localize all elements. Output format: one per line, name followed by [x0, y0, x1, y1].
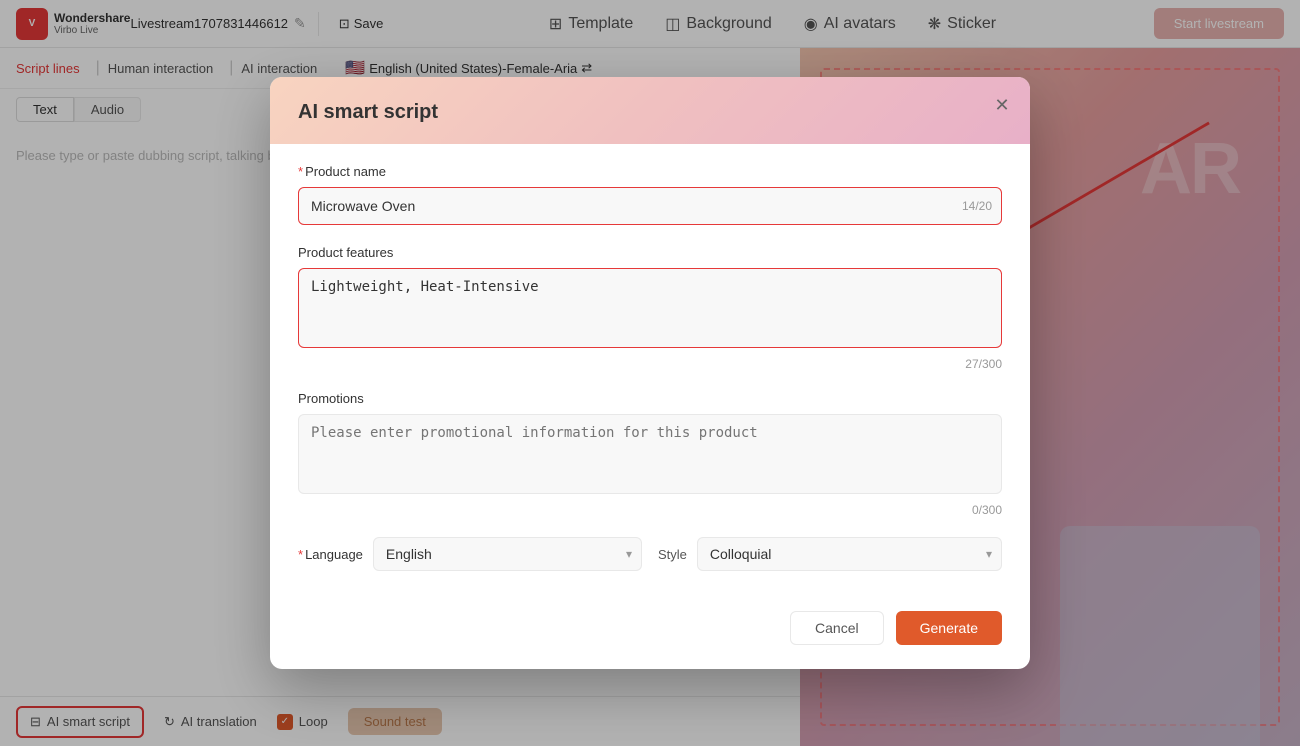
product-name-wrapper: 14/20	[298, 187, 1002, 225]
generate-button[interactable]: Generate	[896, 611, 1002, 645]
cancel-button[interactable]: Cancel	[790, 611, 884, 645]
modal-close-button[interactable]: ✕	[990, 93, 1014, 117]
product-name-input[interactable]	[298, 187, 1002, 225]
language-group: *Language English Chinese Spanish ▾	[298, 537, 642, 571]
language-label: *Language	[298, 547, 363, 562]
language-select-wrapper: English Chinese Spanish ▾	[373, 537, 642, 571]
modal-title: AI smart script	[298, 101, 1002, 124]
style-label: Style	[658, 547, 687, 562]
promotions-wrapper: 0/300	[298, 414, 1002, 517]
promotions-input[interactable]	[298, 414, 1002, 494]
style-group: Style Colloquial Formal Casual ▾	[658, 537, 1002, 571]
promotions-group: Promotions 0/300	[298, 391, 1002, 517]
promotions-count: 0/300	[298, 503, 1002, 517]
ai-smart-script-modal: AI smart script ✕ *Product name 14/20 Pr…	[270, 77, 1030, 669]
modal-overlay: AI smart script ✕ *Product name 14/20 Pr…	[0, 0, 1300, 746]
modal-body: *Product name 14/20 Product features Lig…	[270, 144, 1030, 595]
product-name-count: 14/20	[962, 199, 992, 213]
style-select[interactable]: Colloquial Formal Casual	[697, 537, 1002, 571]
modal-footer: Cancel Generate	[270, 595, 1030, 669]
language-style-row: *Language English Chinese Spanish ▾ Styl…	[298, 537, 1002, 571]
product-features-label: Product features	[298, 245, 1002, 260]
product-features-group: Product features Lightweight, Heat-Inten…	[298, 245, 1002, 371]
features-count: 27/300	[298, 357, 1002, 371]
features-wrapper: Lightweight, Heat-Intensive 27/300	[298, 268, 1002, 371]
language-select[interactable]: English Chinese Spanish	[373, 537, 642, 571]
product-name-group: *Product name 14/20	[298, 164, 1002, 225]
style-select-wrapper: Colloquial Formal Casual ▾	[697, 537, 1002, 571]
modal-header: AI smart script ✕	[270, 77, 1030, 144]
product-features-input[interactable]: Lightweight, Heat-Intensive	[298, 268, 1002, 348]
product-name-label: *Product name	[298, 164, 1002, 179]
promotions-label: Promotions	[298, 391, 1002, 406]
